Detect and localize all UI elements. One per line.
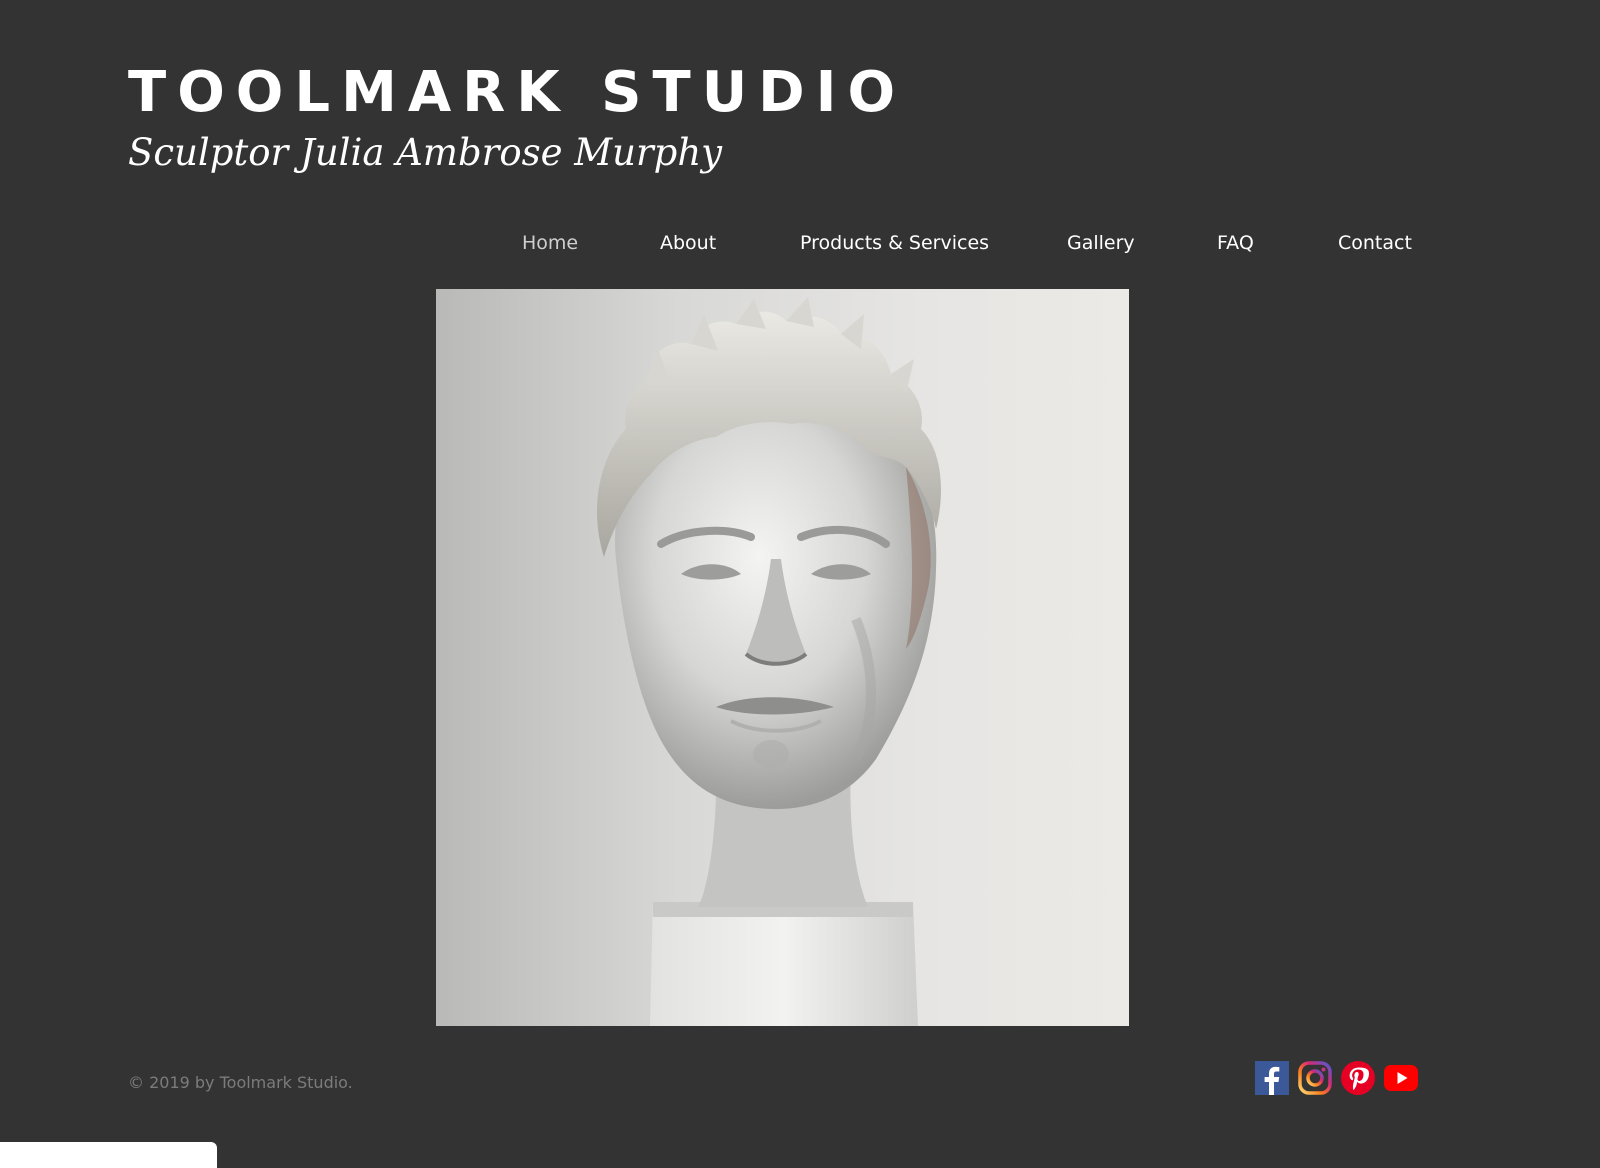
social-bar bbox=[1255, 1061, 1418, 1095]
nav-home[interactable]: Home bbox=[522, 226, 578, 260]
corner-widget[interactable] bbox=[0, 1142, 217, 1168]
instagram-icon[interactable] bbox=[1298, 1061, 1332, 1095]
nav-faq[interactable]: FAQ bbox=[1217, 226, 1254, 260]
page: TOOLMARK STUDIO Sculptor Julia Ambrose M… bbox=[0, 0, 1600, 1168]
hero-image bbox=[436, 289, 1129, 1026]
nav-about[interactable]: About bbox=[660, 226, 716, 260]
main-nav: Home About Products & Services Gallery F… bbox=[0, 226, 1600, 260]
site-subtitle: Sculptor Julia Ambrose Murphy bbox=[128, 131, 723, 174]
facebook-icon[interactable] bbox=[1255, 1061, 1289, 1095]
nav-gallery[interactable]: Gallery bbox=[1067, 226, 1135, 260]
pinterest-icon[interactable] bbox=[1341, 1061, 1375, 1095]
nav-contact[interactable]: Contact bbox=[1338, 226, 1412, 260]
copyright-text: © 2019 by Toolmark Studio. bbox=[128, 1073, 353, 1092]
nav-products-services[interactable]: Products & Services bbox=[800, 226, 989, 260]
sculpture-bust-image bbox=[596, 297, 941, 1026]
youtube-icon[interactable] bbox=[1384, 1061, 1418, 1095]
site-title[interactable]: TOOLMARK STUDIO bbox=[128, 58, 906, 128]
